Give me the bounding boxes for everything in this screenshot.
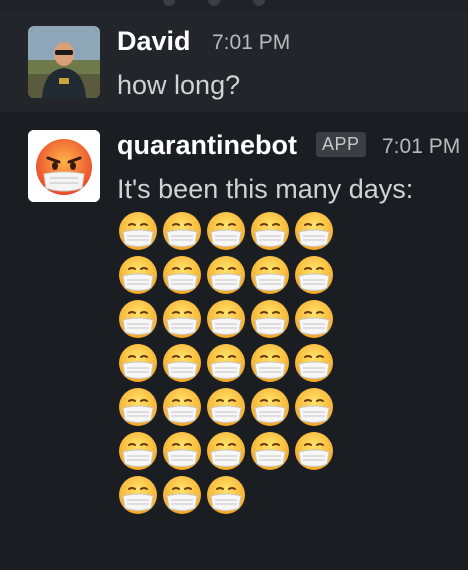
- face-with-medical-mask-icon: [205, 254, 249, 298]
- face-with-medical-mask-icon: [293, 254, 337, 298]
- face-with-medical-mask-icon: [293, 210, 337, 254]
- author-name[interactable]: quarantinebot: [117, 130, 297, 161]
- face-with-medical-mask-icon: [117, 474, 161, 518]
- face-with-medical-mask-icon: [293, 386, 337, 430]
- timestamp[interactable]: 7:01 PM: [382, 135, 460, 159]
- face-with-medical-mask-icon: [161, 386, 205, 430]
- face-with-medical-mask-icon: [249, 342, 293, 386]
- face-with-medical-mask-icon: [161, 298, 205, 342]
- reaction-fragment: [163, 0, 175, 6]
- face-with-medical-mask-icon: [205, 342, 249, 386]
- face-with-medical-mask-icon: [117, 430, 161, 474]
- face-with-medical-mask-icon: [117, 254, 161, 298]
- user-photo-icon: [28, 26, 100, 98]
- author-name[interactable]: David: [117, 26, 191, 57]
- reaction-fragment: [208, 0, 220, 6]
- emoji-grid: [117, 210, 347, 518]
- face-with-medical-mask-icon: [117, 386, 161, 430]
- face-with-medical-mask-icon: [205, 474, 249, 518]
- message-david[interactable]: David 7:01 PM how long?: [0, 12, 468, 112]
- face-with-medical-mask-icon: [161, 342, 205, 386]
- face-with-medical-mask-icon: [293, 430, 337, 474]
- message-text: It's been this many days:: [117, 174, 414, 204]
- face-with-medical-mask-icon: [117, 342, 161, 386]
- face-with-medical-mask-icon: [249, 430, 293, 474]
- face-with-medical-mask-icon: [249, 386, 293, 430]
- face-with-medical-mask-icon: [117, 210, 161, 254]
- avatar[interactable]: [28, 130, 100, 202]
- face-with-medical-mask-icon: [249, 298, 293, 342]
- face-with-medical-mask-icon: [293, 342, 337, 386]
- face-with-medical-mask-icon: [205, 210, 249, 254]
- reaction-fragment: [253, 0, 265, 6]
- face-with-medical-mask-icon: [249, 254, 293, 298]
- face-with-medical-mask-icon: [205, 298, 249, 342]
- message-quarantinebot[interactable]: quarantinebot APP 7:01 PM It's been this…: [0, 112, 468, 570]
- previous-message-edge: [0, 0, 468, 12]
- face-with-medical-mask-icon: [161, 430, 205, 474]
- face-with-medical-mask-icon: [205, 386, 249, 430]
- face-with-medical-mask-icon: [293, 298, 337, 342]
- face-with-medical-mask-icon: [205, 430, 249, 474]
- angry-mask-face-icon: [28, 130, 100, 202]
- avatar[interactable]: [28, 26, 100, 98]
- timestamp[interactable]: 7:01 PM: [212, 31, 290, 55]
- face-with-medical-mask-icon: [117, 298, 161, 342]
- app-badge: APP: [316, 132, 366, 157]
- face-with-medical-mask-icon: [161, 254, 205, 298]
- face-with-medical-mask-icon: [249, 210, 293, 254]
- face-with-medical-mask-icon: [161, 474, 205, 518]
- face-with-medical-mask-icon: [161, 210, 205, 254]
- message-text: how long?: [117, 70, 241, 100]
